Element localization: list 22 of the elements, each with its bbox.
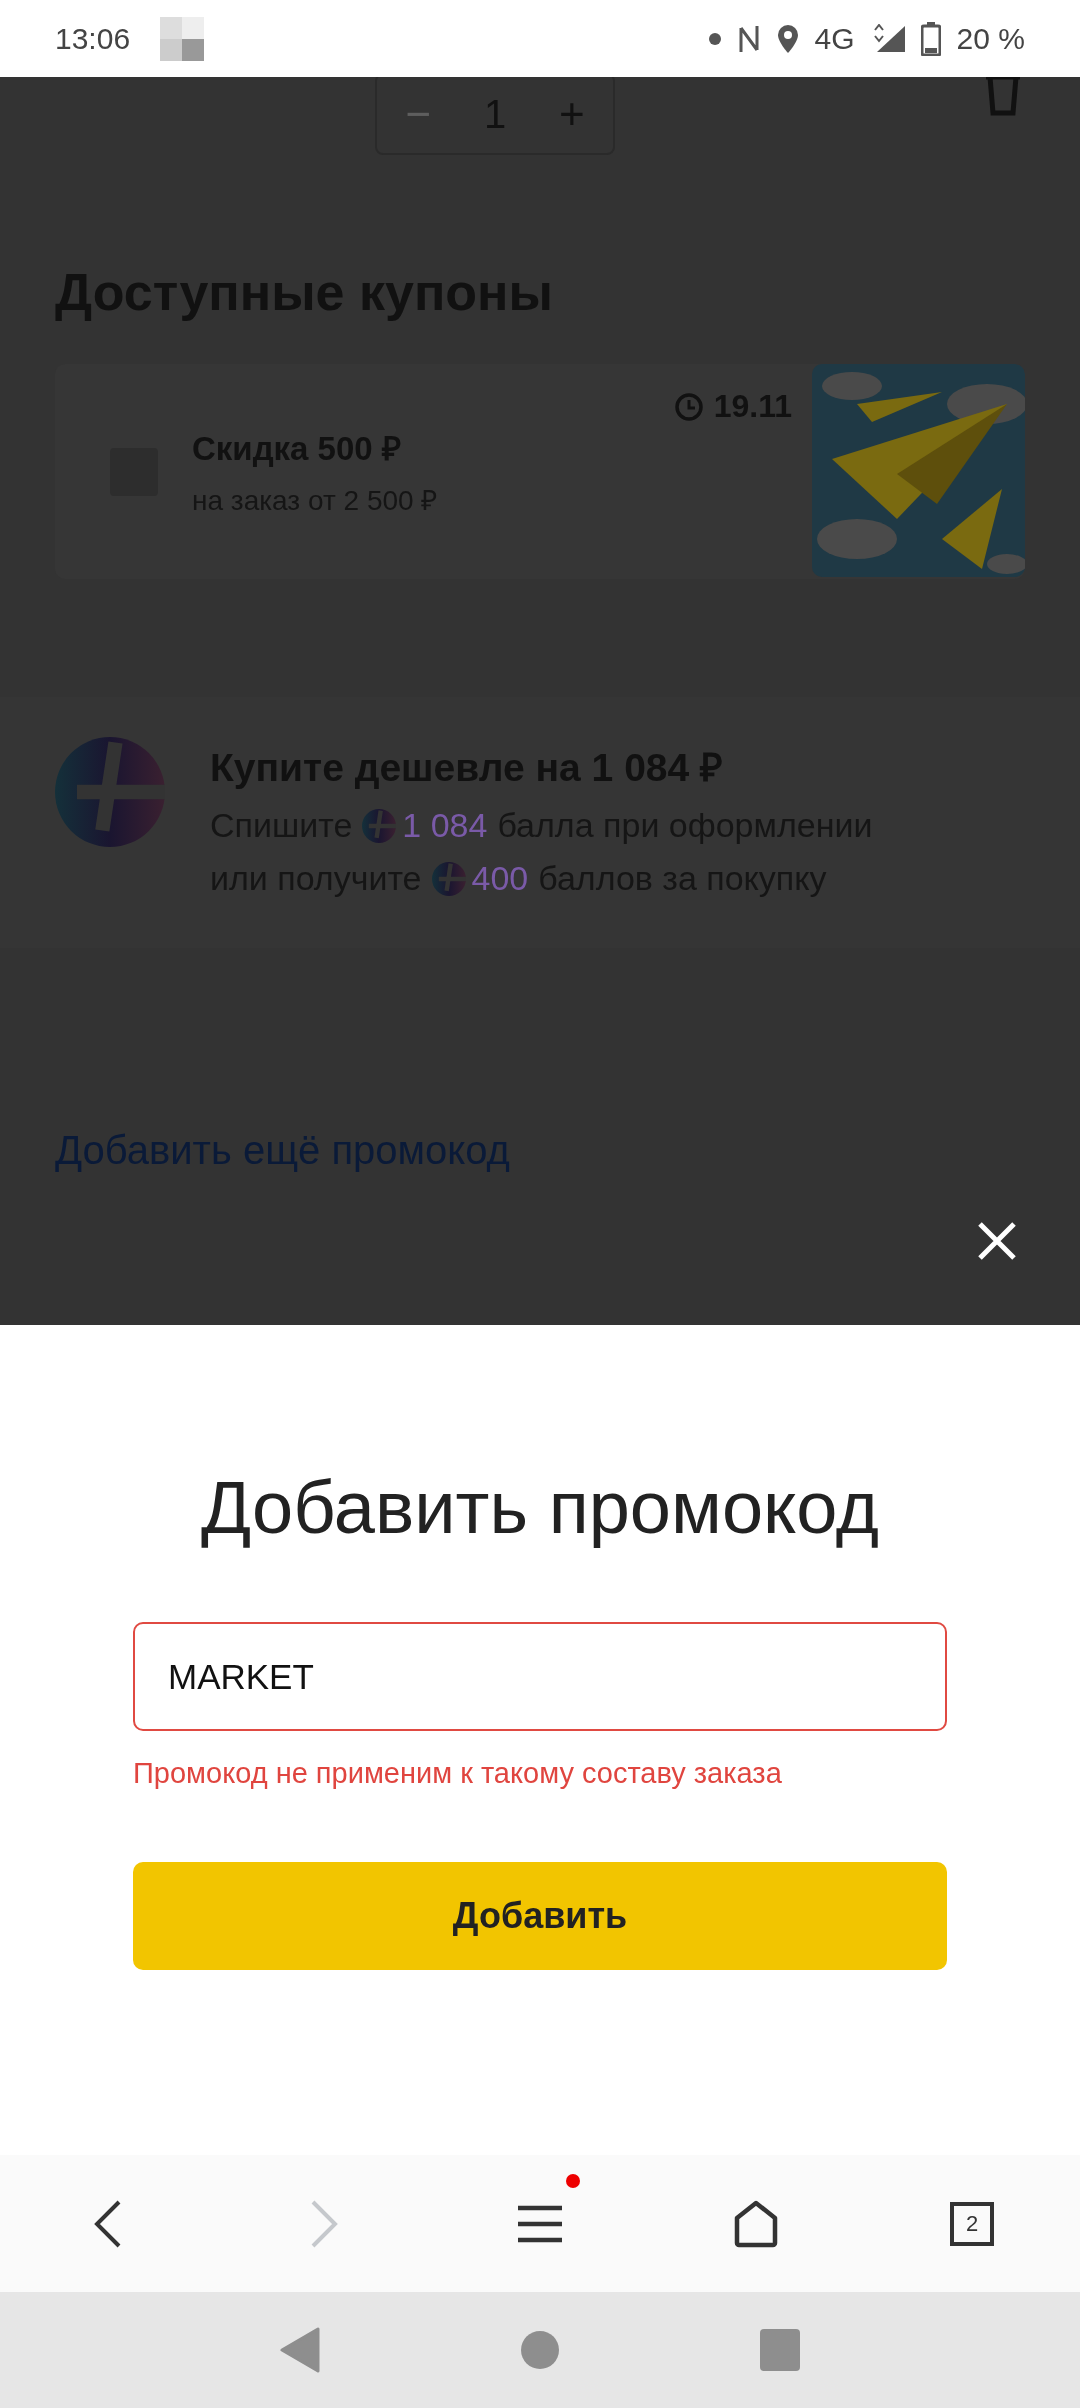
back-icon[interactable] [93,2199,123,2248]
points-icon [362,808,397,843]
clock: 13:06 [55,21,131,56]
points-icon [431,861,466,896]
points-amount: 1 084 [402,806,488,845]
location-icon [776,23,799,54]
plus-logo-icon [55,737,165,847]
network-type: 4G [814,21,855,56]
promo-code-field[interactable]: MARKET [133,1622,947,1731]
add-button[interactable]: Добавить [133,1862,947,1970]
close-button[interactable] [976,1220,1018,1262]
plus-button[interactable]: + [554,89,589,139]
clock-icon [673,391,704,422]
points-amount: 400 [471,859,529,898]
menu-icon[interactable] [518,2203,562,2244]
tabs-button[interactable]: 2 [950,2201,994,2246]
home-icon[interactable] [733,2199,779,2248]
error-message: Промокод не применим к такому составу заказа [133,1757,783,1790]
dot-icon [708,32,721,45]
battery-level: 20 % [956,21,1025,56]
battery-icon [920,21,941,56]
sheet-title: Добавить промокод [200,1465,880,1550]
